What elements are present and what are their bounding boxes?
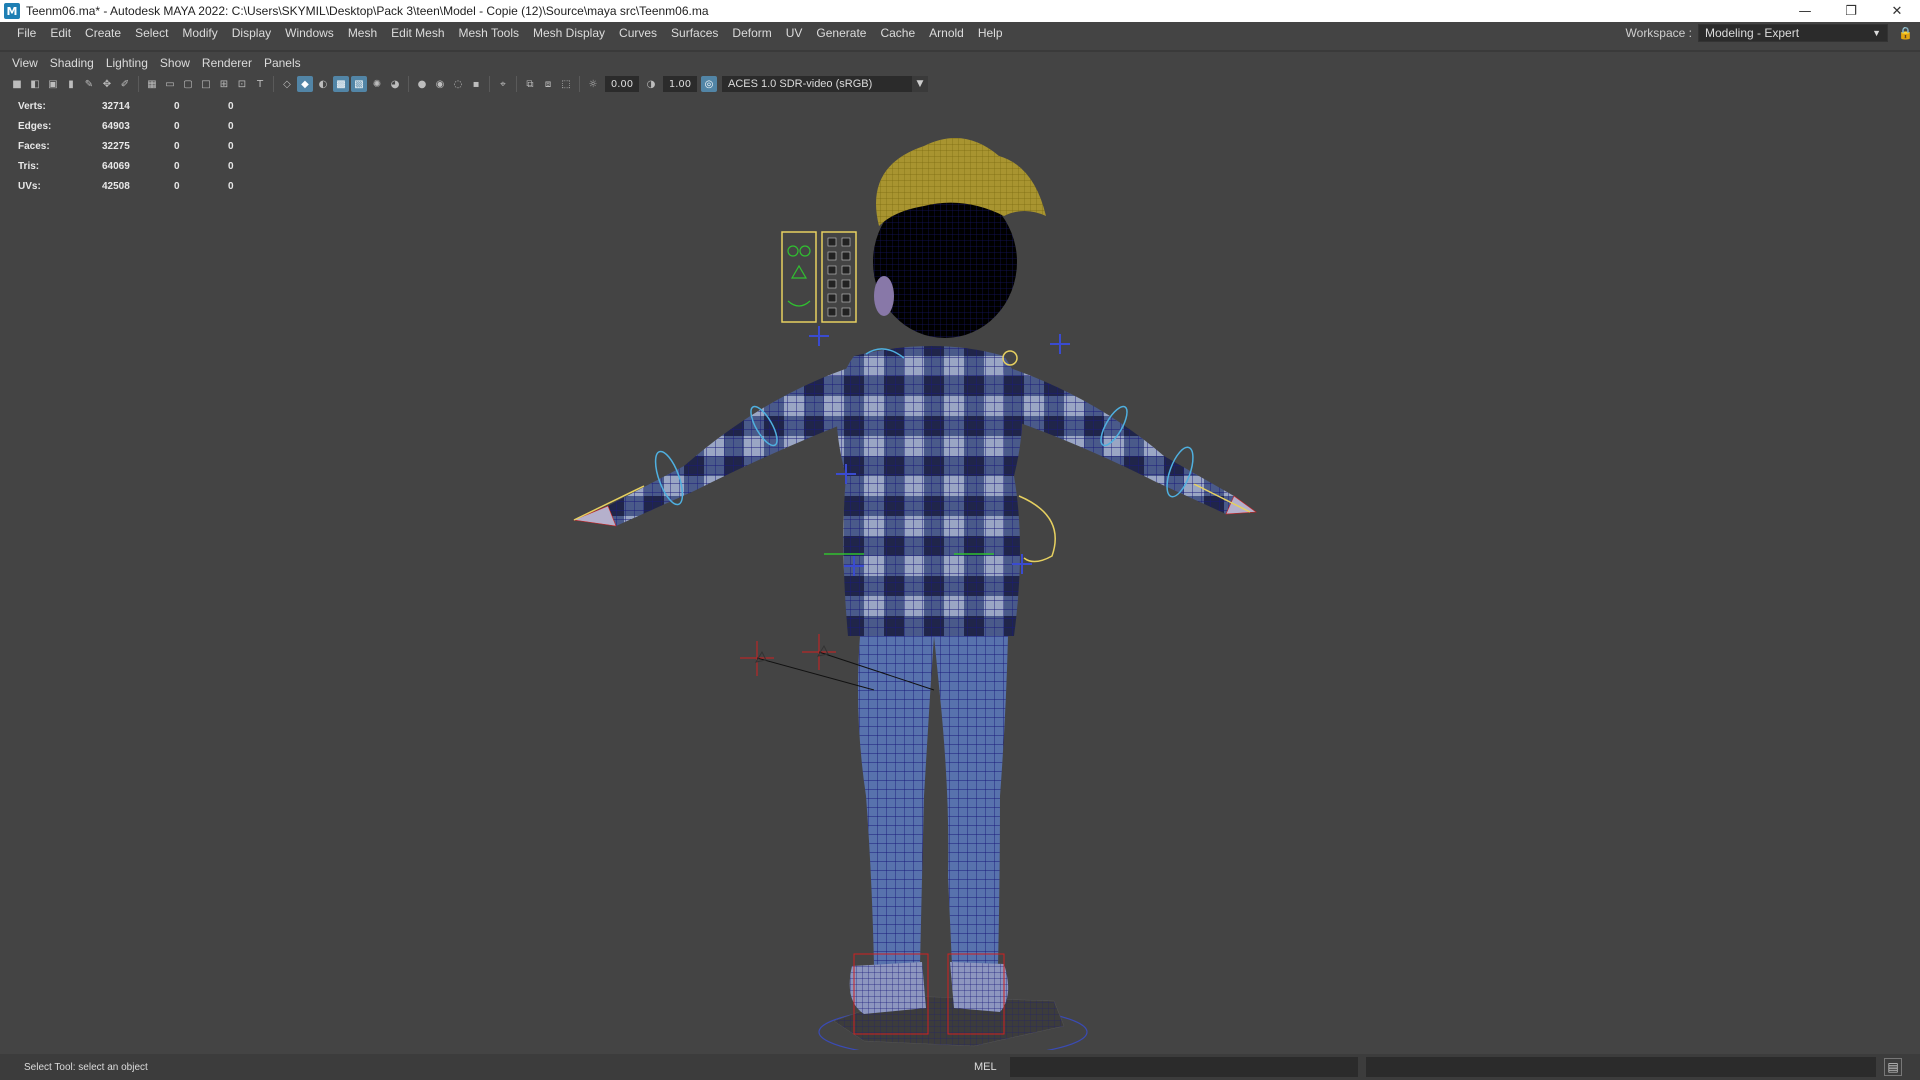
grid-icon[interactable]: ▦ — [144, 76, 160, 92]
panel-menu-lighting[interactable]: Lighting — [102, 56, 156, 70]
xray-icon[interactable]: ⧉ — [522, 76, 538, 92]
menu-modify[interactable]: Modify — [175, 26, 224, 40]
menu-display[interactable]: Display — [225, 26, 278, 40]
menu-create[interactable]: Create — [78, 26, 128, 40]
panel-menu-shading[interactable]: Shading — [46, 56, 102, 70]
ambient-occlusion-icon[interactable]: ● — [414, 76, 430, 92]
depth-of-field-icon[interactable]: ▪ — [468, 76, 484, 92]
pencil-icon[interactable]: ✐ — [117, 76, 133, 92]
status-bar: Select Tool: select an object MEL ▤ — [0, 1054, 1920, 1080]
image-plane-icon[interactable]: ▮ — [63, 76, 79, 92]
lock-icon[interactable]: 🔒 — [1898, 26, 1913, 40]
character-model[interactable] — [4, 96, 1916, 1050]
lights-icon[interactable]: ✺ — [369, 76, 385, 92]
menu-curves[interactable]: Curves — [612, 26, 664, 40]
workspace-selector: Workspace : Modeling - Expert ▼ 🔒 — [1625, 24, 1913, 42]
workspace-dropdown[interactable]: Modeling - Expert ▼ — [1698, 24, 1888, 42]
head-mesh — [873, 138, 1046, 338]
perspective-viewport[interactable]: Verts: 32714 0 0 Edges: 64903 0 0 Faces:… — [4, 96, 1916, 1050]
panel-menu-view[interactable]: View — [8, 56, 46, 70]
face-control-panel[interactable] — [781, 231, 857, 323]
anti-aliasing-icon[interactable]: ◌ — [450, 76, 466, 92]
gate-mask-icon[interactable]: □ — [198, 76, 214, 92]
safe-title-icon[interactable]: T — [252, 76, 268, 92]
wireframe-on-shaded-icon[interactable]: ▩ — [333, 76, 349, 92]
panel-toolbar: ■ ◧ ▣ ▮ ✎ ✥ ✐ ▦ ▭ ▢ □ ⊞ ⊡ T ◇ ◆ ◐ ▩ ▧ ✺ … — [8, 74, 1908, 94]
mel-language-button[interactable]: MEL — [974, 1061, 1010, 1073]
smooth-shade-icon[interactable]: ◆ — [297, 76, 313, 92]
panel-menu-renderer[interactable]: Renderer — [198, 56, 260, 70]
menu-surfaces[interactable]: Surfaces — [664, 26, 725, 40]
shadows-icon[interactable]: ◕ — [387, 76, 403, 92]
window-title: Teenm06.ma* - Autodesk MAYA 2022: C:\Use… — [26, 4, 709, 18]
close-button[interactable]: ✕ — [1874, 0, 1920, 22]
film-gate-icon[interactable]: ▭ — [162, 76, 178, 92]
command-result-field — [1366, 1057, 1876, 1077]
panel-menu-show[interactable]: Show — [156, 56, 198, 70]
window-titlebar: M Teenm06.ma* - Autodesk MAYA 2022: C:\U… — [0, 0, 1920, 22]
model-panel: View Shading Lighting Show Renderer Pane… — [0, 50, 1920, 1050]
safe-action-icon[interactable]: ⊡ — [234, 76, 250, 92]
2d-pan-zoom-icon[interactable]: ✥ — [99, 76, 115, 92]
menu-deform[interactable]: Deform — [725, 26, 778, 40]
xray-active-icon[interactable]: ⧈ — [540, 76, 556, 92]
exposure-icon[interactable]: ☼ — [585, 76, 601, 92]
color-management-icon[interactable]: ◎ — [701, 76, 717, 92]
menu-mesh-tools[interactable]: Mesh Tools — [452, 26, 526, 40]
jeans-mesh — [858, 636, 1008, 966]
maya-app-icon: M — [4, 3, 20, 19]
camera-attributes-icon[interactable]: ◧ — [27, 76, 43, 92]
isolate-select-icon[interactable]: ⌖ — [495, 76, 511, 92]
motion-blur-icon[interactable]: ◉ — [432, 76, 448, 92]
script-editor-icon[interactable]: ▤ — [1884, 1058, 1902, 1076]
menu-file[interactable]: File — [10, 26, 43, 40]
menu-edit[interactable]: Edit — [43, 26, 78, 40]
workspace-label: Workspace : — [1625, 26, 1692, 40]
textured-icon[interactable]: ▧ — [351, 76, 367, 92]
field-chart-icon[interactable]: ⊞ — [216, 76, 232, 92]
command-line-input[interactable] — [1010, 1057, 1358, 1077]
menu-windows[interactable]: Windows — [278, 26, 341, 40]
exposure-field[interactable]: 0.00 — [605, 76, 639, 92]
menu-uv[interactable]: UV — [779, 26, 810, 40]
grease-pencil-icon[interactable]: ✎ — [81, 76, 97, 92]
menu-arnold[interactable]: Arnold — [922, 26, 971, 40]
gamma-field[interactable]: 1.00 — [663, 76, 697, 92]
menu-help[interactable]: Help — [971, 26, 1010, 40]
menu-cache[interactable]: Cache — [873, 26, 922, 40]
menu-select[interactable]: Select — [128, 26, 175, 40]
gamma-icon[interactable]: ◑ — [643, 76, 659, 92]
restore-button[interactable]: ❐ — [1828, 0, 1874, 22]
camera-icon[interactable]: ■ — [9, 76, 25, 92]
chevron-down-icon[interactable]: ▼ — [912, 76, 928, 92]
wireframe-icon[interactable]: ◇ — [279, 76, 295, 92]
workspace-value: Modeling - Expert — [1705, 26, 1800, 40]
help-line-text: Select Tool: select an object — [24, 1061, 148, 1073]
menu-mesh[interactable]: Mesh — [341, 26, 384, 40]
color-space-field[interactable]: ACES 1.0 SDR-video (sRGB) — [722, 76, 912, 92]
menu-generate[interactable]: Generate — [809, 26, 873, 40]
panel-menu-panels[interactable]: Panels — [260, 56, 309, 70]
bookmark-icon[interactable]: ▣ — [45, 76, 61, 92]
chevron-down-icon: ▼ — [1872, 28, 1881, 38]
menu-edit-mesh[interactable]: Edit Mesh — [384, 26, 451, 40]
minimize-button[interactable]: — — [1782, 0, 1828, 22]
resolution-gate-icon[interactable]: ▢ — [180, 76, 196, 92]
menu-mesh-display[interactable]: Mesh Display — [526, 26, 612, 40]
panel-menubar: View Shading Lighting Show Renderer Pane… — [8, 52, 309, 74]
xray-joints-icon[interactable]: ⬚ — [558, 76, 574, 92]
default-material-icon[interactable]: ◐ — [315, 76, 331, 92]
shirt-mesh — [572, 346, 1257, 636]
